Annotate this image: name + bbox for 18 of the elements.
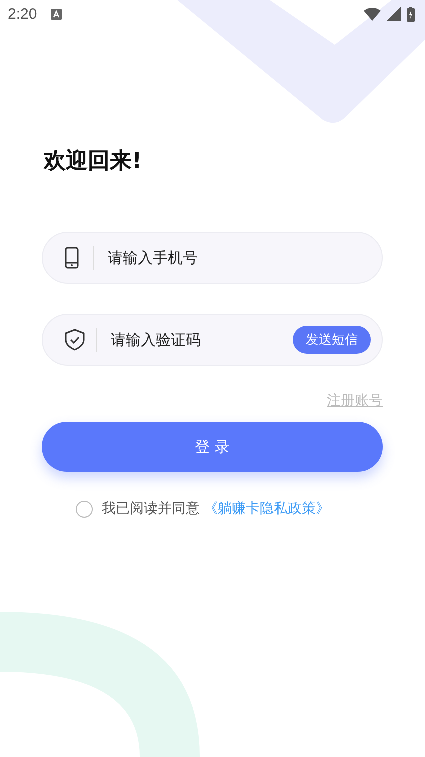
signal-icon <box>387 7 401 21</box>
keyboard-icon <box>51 8 62 20</box>
login-button[interactable]: 登 录 <box>42 422 383 472</box>
shield-check-icon <box>65 329 85 351</box>
agree-radio[interactable] <box>76 500 93 518</box>
wifi-icon <box>364 8 381 20</box>
phone-input[interactable]: 请输入手机号 <box>106 248 371 268</box>
welcome-title: 欢迎回来! <box>44 148 144 176</box>
phone-icon <box>65 247 79 269</box>
register-link[interactable]: 注册账号 <box>327 392 383 410</box>
code-input[interactable]: 请输入验证码 <box>109 330 293 350</box>
status-time: 2:20 <box>8 6 38 22</box>
agreement-text: 我已阅读并同意 <box>102 500 200 518</box>
phone-field[interactable]: 请输入手机号 <box>42 232 383 284</box>
code-field[interactable]: 请输入验证码 发送短信 <box>42 314 383 366</box>
battery-icon <box>407 6 415 22</box>
privacy-policy-link[interactable]: 《躺赚卡隐私政策》 <box>204 500 330 518</box>
send-sms-button[interactable]: 发送短信 <box>293 326 371 354</box>
